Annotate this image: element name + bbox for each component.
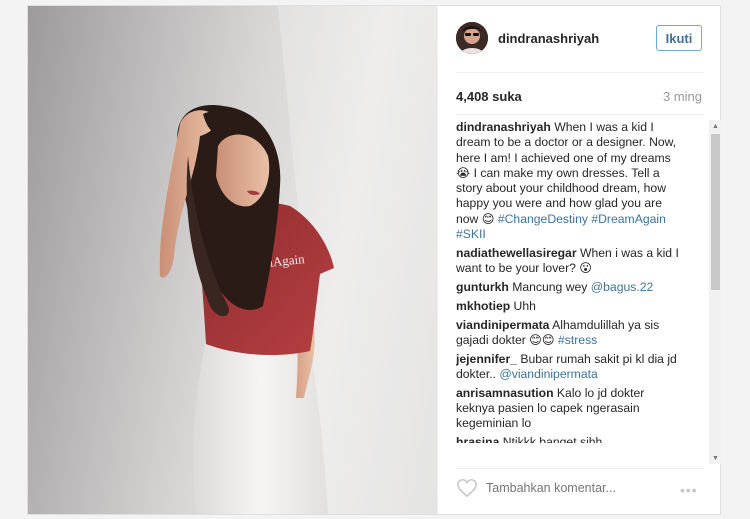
comment-link[interactable]: #stress [558, 333, 597, 347]
comment-item: gunturkh Mancung wey @bagus.22 [456, 280, 684, 295]
divider [456, 114, 704, 115]
comment-username[interactable]: dindranashriyah [456, 120, 551, 134]
comment-text: When I was a kid I dream to be a doctor … [456, 120, 677, 226]
comment-text: Uhh [510, 298, 536, 313]
post-timestamp[interactable]: 3 ming [663, 89, 702, 104]
comment-text: Ntikkk banget sihh [499, 435, 603, 444]
comment-link[interactable]: @viandinipermata [499, 367, 597, 381]
photo-illustration: ...eamAgain [159, 6, 437, 514]
scroll-down-arrow[interactable]: ▼ [709, 452, 722, 464]
comment-item: dindranashriyah When I was a kid I dream… [456, 120, 684, 242]
avatar-image [456, 22, 488, 54]
likes-count[interactable]: 4,408 suka [456, 89, 522, 104]
comment-link[interactable]: #ChangeDestiny [498, 212, 588, 226]
comments-list[interactable]: dindranashriyah When I was a kid I dream… [456, 120, 712, 464]
comment-item: jejennifer_ Bubar rumah sakit pi kl dia … [456, 352, 684, 383]
post-photo[interactable]: ...eamAgain [28, 6, 437, 514]
comment-input[interactable] [486, 481, 666, 495]
comment-username[interactable]: mkhotiep [456, 299, 510, 313]
scroll-thumb[interactable] [711, 134, 720, 290]
comment-username[interactable]: gunturkh [456, 280, 509, 294]
post-author-username[interactable]: dindranashriyah [498, 31, 599, 46]
comment-item: viandinipermata Alhamdulillah ya sis gaj… [456, 318, 684, 349]
comment-username[interactable]: nadiathewellasiregar [456, 246, 577, 260]
post-footer: ••• [438, 468, 722, 514]
heart-icon[interactable] [456, 478, 478, 498]
post-header: dindranashriyah Ikuti [438, 6, 722, 72]
scroll-up-arrow[interactable]: ▲ [709, 120, 722, 132]
comment-item: mkhotiep Uhh [456, 299, 684, 314]
comment-text: Mancung wey [508, 279, 591, 294]
comment-item: nadiathewellasiregar When i was a kid I … [456, 246, 684, 277]
comment-username[interactable]: anrisamnasution [456, 386, 554, 400]
comment-item: anrisamnasution Kalo lo jd dokter keknya… [456, 386, 684, 432]
comment-link[interactable]: #SKII [456, 227, 486, 241]
avatar[interactable] [456, 22, 488, 54]
comment-item: hrasina Ntikkk banget sihh [456, 435, 684, 443]
comment-username[interactable]: viandinipermata [456, 318, 549, 332]
instagram-post: ...eamAgain dindranashriyah Ikuti 4,408 … [27, 5, 722, 515]
comment-link[interactable]: @bagus.22 [591, 280, 654, 294]
comments-scrollbar[interactable]: ▲ ▼ [709, 120, 722, 464]
more-options-icon[interactable]: ••• [680, 482, 698, 498]
comment-link[interactable]: #DreamAgain [591, 212, 666, 226]
divider [456, 72, 704, 73]
comment-username[interactable]: jejennifer_ [456, 352, 517, 366]
comment-username[interactable]: hrasina [456, 435, 499, 443]
post-details-panel: dindranashriyah Ikuti 4,408 suka 3 ming … [437, 6, 722, 514]
follow-button[interactable]: Ikuti [656, 25, 702, 51]
